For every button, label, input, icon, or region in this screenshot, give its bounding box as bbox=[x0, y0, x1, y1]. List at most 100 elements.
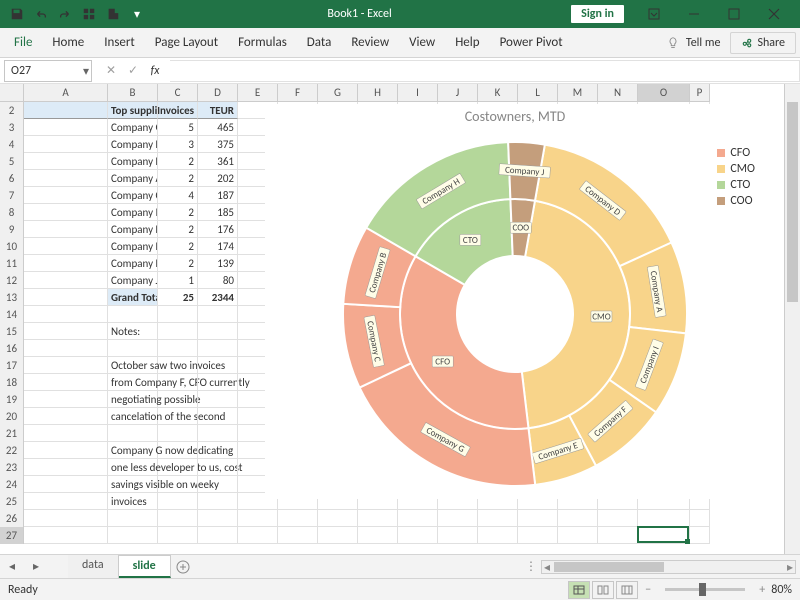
cell[interactable] bbox=[690, 527, 710, 544]
col-header-E[interactable]: E bbox=[238, 84, 278, 101]
cell[interactable] bbox=[24, 527, 108, 544]
select-all-corner[interactable] bbox=[0, 84, 24, 102]
sign-in-button[interactable]: Sign in bbox=[571, 5, 624, 23]
cell[interactable] bbox=[158, 357, 198, 374]
cell[interactable]: Notes: bbox=[108, 323, 158, 340]
cell[interactable] bbox=[24, 204, 108, 221]
cell[interactable] bbox=[598, 510, 638, 527]
vertical-scroll-thumb[interactable] bbox=[787, 102, 798, 302]
cell[interactable]: 1 bbox=[158, 272, 198, 289]
cell[interactable] bbox=[158, 442, 198, 459]
cell[interactable] bbox=[108, 340, 158, 357]
cell[interactable] bbox=[24, 187, 108, 204]
cell[interactable] bbox=[158, 527, 198, 544]
cell[interactable]: one less developer to us, cost bbox=[108, 459, 158, 476]
zoom-out-button[interactable]: − bbox=[645, 583, 651, 597]
sheet-tab-data[interactable]: data bbox=[68, 555, 119, 578]
cell[interactable]: 187 bbox=[198, 187, 238, 204]
horizontal-scroll-thumb[interactable] bbox=[554, 562, 664, 572]
view-page-break-button[interactable] bbox=[616, 581, 638, 599]
row-header-8[interactable]: 8 bbox=[0, 204, 24, 221]
cell[interactable]: 2 bbox=[158, 221, 198, 238]
cell[interactable] bbox=[24, 153, 108, 170]
cell[interactable] bbox=[158, 306, 198, 323]
cell[interactable] bbox=[198, 374, 238, 391]
enter-formula-icon[interactable]: ✓ bbox=[122, 60, 144, 82]
sheet-nav-next[interactable]: ▸ bbox=[24, 555, 48, 579]
cell[interactable]: 80 bbox=[198, 272, 238, 289]
cell[interactable]: 5 bbox=[158, 119, 198, 136]
cell[interactable] bbox=[24, 476, 108, 493]
tab-data[interactable]: Data bbox=[297, 30, 342, 55]
cell[interactable]: 375 bbox=[198, 136, 238, 153]
cell[interactable] bbox=[318, 510, 358, 527]
cell[interactable]: Company G bbox=[108, 119, 158, 136]
cell[interactable] bbox=[158, 323, 198, 340]
row-header-16[interactable]: 16 bbox=[0, 340, 24, 357]
row-header-20[interactable]: 20 bbox=[0, 408, 24, 425]
cell[interactable] bbox=[158, 493, 198, 510]
hscroll-splitter[interactable]: ⋮ bbox=[525, 559, 537, 574]
horizontal-scrollbar[interactable]: ◂ ▸ bbox=[541, 560, 796, 574]
cell[interactable]: Company I bbox=[108, 204, 158, 221]
col-header-D[interactable]: D bbox=[198, 84, 238, 101]
cell[interactable]: 361 bbox=[198, 153, 238, 170]
cell[interactable]: Company A bbox=[108, 170, 158, 187]
cell[interactable]: 25 bbox=[158, 289, 198, 306]
cell[interactable] bbox=[318, 527, 358, 544]
row-header-21[interactable]: 21 bbox=[0, 425, 24, 442]
cell[interactable] bbox=[478, 510, 518, 527]
cell[interactable]: 2344 bbox=[198, 289, 238, 306]
col-header-B[interactable]: B bbox=[108, 84, 158, 101]
cell[interactable] bbox=[24, 323, 108, 340]
cell[interactable]: Company J bbox=[108, 272, 158, 289]
tab-file[interactable]: File bbox=[4, 30, 42, 55]
cell[interactable]: Top suppliers bbox=[108, 102, 158, 119]
sheet-nav-prev[interactable]: ◂ bbox=[0, 555, 24, 579]
cell[interactable]: 2 bbox=[158, 238, 198, 255]
col-header-L[interactable]: L bbox=[518, 84, 558, 101]
cell[interactable]: Company D bbox=[108, 153, 158, 170]
cell[interactable]: negotiating possible bbox=[108, 391, 158, 408]
cell[interactable] bbox=[438, 510, 478, 527]
cell[interactable] bbox=[198, 425, 238, 442]
vertical-scrollbar[interactable] bbox=[784, 84, 800, 554]
tab-insert[interactable]: Insert bbox=[94, 30, 145, 55]
row-header-17[interactable]: 17 bbox=[0, 357, 24, 374]
cell[interactable] bbox=[24, 238, 108, 255]
new-sheet-button[interactable] bbox=[171, 560, 195, 574]
cell[interactable]: 202 bbox=[198, 170, 238, 187]
undo-icon[interactable] bbox=[30, 3, 52, 25]
row-header-2[interactable]: 2 bbox=[0, 102, 24, 119]
qat-dropdown-icon[interactable]: ▾ bbox=[126, 3, 148, 25]
cell[interactable] bbox=[438, 527, 478, 544]
cell[interactable] bbox=[638, 510, 690, 527]
close-button[interactable] bbox=[754, 0, 794, 28]
cell[interactable]: 4 bbox=[158, 187, 198, 204]
cell[interactable] bbox=[108, 527, 158, 544]
cell[interactable] bbox=[198, 391, 238, 408]
cell[interactable] bbox=[198, 510, 238, 527]
cell[interactable]: 2 bbox=[158, 255, 198, 272]
cell[interactable] bbox=[198, 340, 238, 357]
row-header-15[interactable]: 15 bbox=[0, 323, 24, 340]
cell[interactable] bbox=[158, 340, 198, 357]
cell[interactable] bbox=[558, 510, 598, 527]
cell[interactable] bbox=[198, 459, 238, 476]
row-header-18[interactable]: 18 bbox=[0, 374, 24, 391]
cell[interactable]: savings visible on weeky bbox=[108, 476, 158, 493]
tab-formulas[interactable]: Formulas bbox=[228, 30, 297, 55]
cell[interactable] bbox=[358, 510, 398, 527]
cell[interactable] bbox=[478, 527, 518, 544]
row-header-22[interactable]: 22 bbox=[0, 442, 24, 459]
cell[interactable] bbox=[598, 527, 638, 544]
cell[interactable] bbox=[108, 510, 158, 527]
cell[interactable] bbox=[238, 527, 278, 544]
zoom-slider-thumb[interactable] bbox=[699, 583, 706, 596]
col-header-I[interactable]: I bbox=[398, 84, 438, 101]
cell[interactable] bbox=[158, 476, 198, 493]
col-header-F[interactable]: F bbox=[278, 84, 318, 101]
cell[interactable]: 176 bbox=[198, 221, 238, 238]
row-header-24[interactable]: 24 bbox=[0, 476, 24, 493]
cell[interactable] bbox=[24, 510, 108, 527]
